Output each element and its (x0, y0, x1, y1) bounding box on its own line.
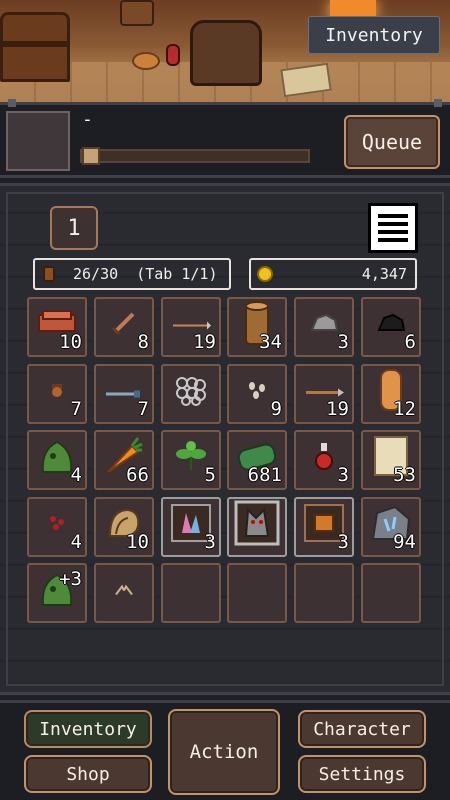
item-quantity: 53 (393, 464, 416, 486)
action-queue-bar: - Queue (0, 99, 450, 178)
empty-inventory-slot[interactable] (161, 563, 221, 623)
empty-inventory-slot[interactable] (361, 563, 421, 623)
item-quantity: 6 (404, 331, 416, 353)
inventory-slot[interactable]: 681 (227, 430, 287, 490)
inventory-slot[interactable]: +3 (27, 563, 87, 623)
inventory-slot[interactable]: 19 (161, 297, 221, 357)
item-quantity: 4 (70, 531, 82, 553)
inventory-slot[interactable]: 94 (361, 497, 421, 557)
inventory-slot[interactable]: 6 (361, 297, 421, 357)
bag-icon (43, 266, 55, 282)
seeds-icon (244, 380, 270, 404)
inventory-slot[interactable] (227, 497, 287, 557)
inventory-slot[interactable]: 3 (294, 297, 354, 357)
inventory-slot[interactable]: 10 (94, 497, 154, 557)
capacity-text: 26/30 (Tab 1/1) (73, 265, 218, 283)
inventory-slot[interactable] (94, 563, 154, 623)
coal-icon (376, 312, 406, 338)
acorn-icon (50, 382, 64, 402)
stone-icon (309, 312, 339, 338)
sword-icon (109, 308, 139, 342)
item-quantity: 9 (270, 398, 282, 420)
item-quantity: 10 (126, 531, 149, 553)
inventory-slot[interactable]: 8 (94, 297, 154, 357)
nav-action-button[interactable]: Action (168, 709, 280, 795)
potion-scene-icon (166, 44, 180, 66)
inventory-slot[interactable]: 3 (294, 430, 354, 490)
item-quantity: 3 (204, 531, 216, 553)
inventory-slot[interactable]: 7 (27, 364, 87, 424)
inventory-capacity: 26/30 (Tab 1/1) (33, 258, 231, 290)
nav-shop-button[interactable]: Shop (24, 755, 152, 793)
bread-icon (132, 52, 160, 70)
item-quantity: 10 (59, 331, 82, 353)
item-quantity: 66 (126, 464, 149, 486)
menu-line-icon (378, 230, 408, 234)
herb-icon (174, 440, 208, 476)
menu-line-icon (378, 222, 408, 226)
barrel-icon (120, 0, 154, 26)
current-action-name: - (82, 109, 93, 130)
inventory-slot[interactable] (161, 364, 221, 424)
item-quantity: 12 (393, 398, 416, 420)
screen-title: Inventory (308, 16, 440, 54)
inventory-slot[interactable]: 53 (361, 430, 421, 490)
nav-inventory-button[interactable]: Inventory (24, 710, 152, 748)
gold-coin-icon (257, 266, 273, 282)
inventory-slot[interactable]: 34 (227, 297, 287, 357)
item-quantity: 681 (247, 464, 282, 486)
item-quantity: 4 (70, 464, 82, 486)
inventory-slot[interactable]: 9 (227, 364, 287, 424)
menu-line-icon (378, 214, 408, 218)
item-quantity: +3 (59, 568, 82, 590)
inventory-slot[interactable]: 3 (294, 497, 354, 557)
inventory-slot[interactable]: 10 (27, 297, 87, 357)
gold-display: 4,347 (249, 258, 417, 290)
inventory-scene-banner: Inventory (0, 0, 450, 102)
nav-settings-button[interactable]: Settings (298, 755, 426, 793)
inventory-slot[interactable]: 7 (94, 364, 154, 424)
current-action-slot[interactable] (6, 111, 70, 171)
inventory-slot[interactable]: 19 (294, 364, 354, 424)
bottom-navigation: Inventory Shop Action Character Settings (0, 700, 450, 800)
progress-handle-icon (82, 147, 100, 165)
potion-icon (314, 441, 334, 475)
item-quantity: 5 (204, 464, 216, 486)
item-quantity: 7 (137, 398, 149, 420)
action-progress-bar (80, 147, 310, 165)
nav-character-button[interactable]: Character (298, 710, 426, 748)
wolf-card-icon (234, 500, 280, 550)
backpack-icon (190, 20, 262, 86)
gold-amount: 4,347 (361, 265, 407, 283)
item-quantity: 19 (193, 331, 216, 353)
menu-line-icon (378, 238, 408, 242)
item-quantity: 3 (337, 331, 349, 353)
inventory-tab-selector[interactable]: 1 (50, 206, 98, 250)
item-quantity: 3 (337, 531, 349, 553)
chainmail-icon (172, 373, 210, 411)
item-quantity: 8 (137, 331, 149, 353)
inventory-slot[interactable]: 3 (161, 497, 221, 557)
item-quantity: 94 (393, 531, 416, 553)
item-quantity: 3 (337, 464, 349, 486)
inventory-slot[interactable]: 66 (94, 430, 154, 490)
queue-button[interactable]: Queue (344, 115, 440, 169)
wings-icon (114, 581, 134, 600)
item-quantity: 34 (259, 331, 282, 353)
inventory-slot[interactable]: 4 (27, 430, 87, 490)
inventory-slot[interactable]: 5 (161, 430, 221, 490)
inventory-slot[interactable]: 12 (361, 364, 421, 424)
inventory-slot[interactable]: 4 (27, 497, 87, 557)
inventory-grid: 10 8 19 34 3 6 7 7 9 19 12 4 66 5 681 3 53 4 10 3 3 94 +3 (27, 297, 422, 624)
berries-icon (48, 514, 66, 536)
item-quantity: 19 (326, 398, 349, 420)
empty-inventory-slot[interactable] (294, 563, 354, 623)
sort-menu-button[interactable] (368, 203, 418, 253)
treasure-chest-icon (0, 12, 70, 82)
inventory-panel: 1 26/30 (Tab 1/1) 4,347 10 8 19 34 3 6 7 7 9 19 12… (0, 183, 450, 695)
empty-inventory-slot[interactable] (227, 563, 287, 623)
item-quantity: 7 (70, 398, 82, 420)
